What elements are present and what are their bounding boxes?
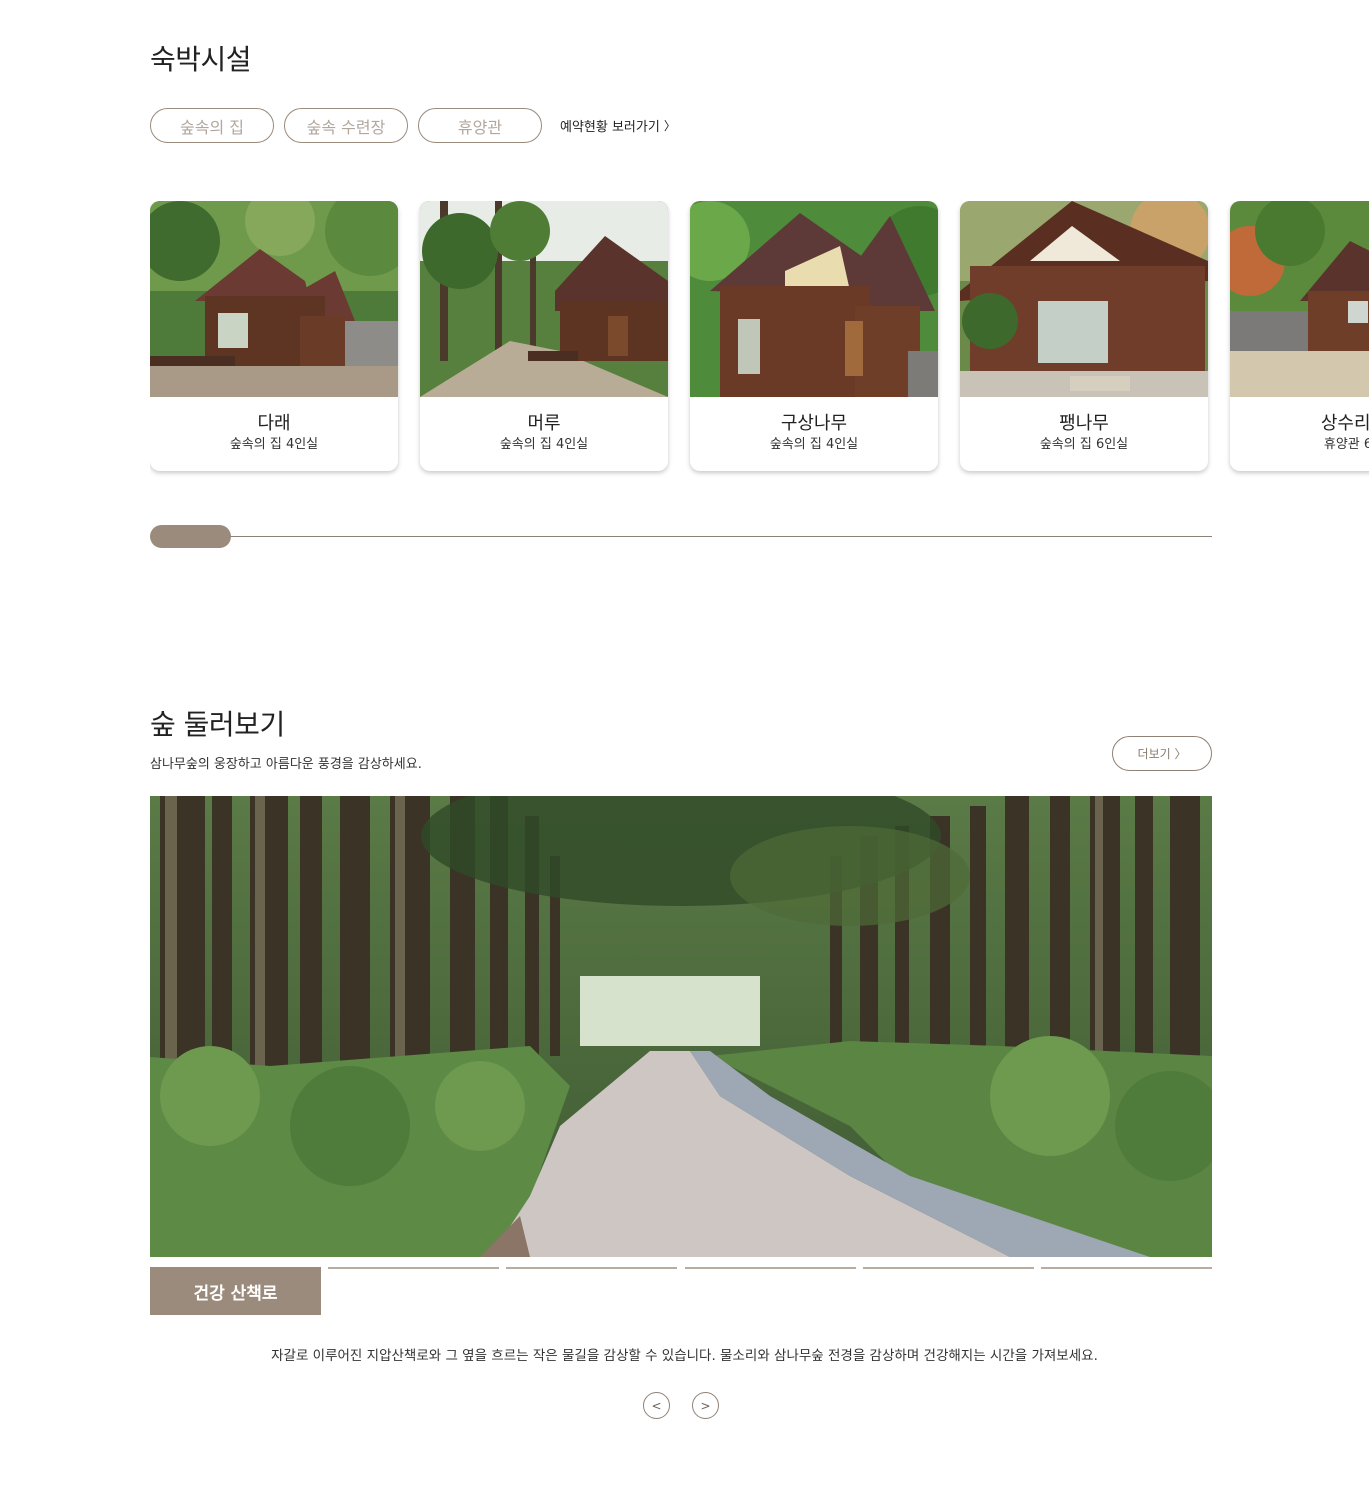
cabin-photo <box>1230 201 1369 397</box>
carousel-scroll-thumb[interactable] <box>150 525 231 548</box>
card-name: 상수리나 <box>1320 413 1369 434</box>
tab-training-center[interactable]: 숲속 수련장 <box>284 108 408 143</box>
cabin-photo <box>420 201 668 397</box>
forest-path-photo <box>150 796 1212 1257</box>
lodging-card[interactable]: 상수리나 휴양관 6인 <box>1230 201 1369 471</box>
forest-tab-bar: 건강 산책로 <box>150 1267 1212 1315</box>
tab-recreation-hall[interactable]: 휴양관 <box>418 108 542 143</box>
chevron-left-icon: < <box>651 1398 662 1413</box>
forest-tab-segment[interactable] <box>1041 1267 1212 1269</box>
next-button[interactable]: > <box>692 1392 719 1419</box>
card-info: 팽나무 숲속의 집 6인실 <box>960 397 1208 471</box>
card-desc: 숲속의 집 6인실 <box>1039 437 1129 452</box>
forest-title: 숲 둘러보기 <box>150 708 285 741</box>
card-info: 머루 숲속의 집 4인실 <box>420 397 668 471</box>
lodging-card[interactable]: 팽나무 숲속의 집 6인실 <box>960 201 1208 471</box>
lodging-tabs: 숲속의 집 숲속 수련장 휴양관 예약현황 보러가기 〉 <box>150 108 676 143</box>
more-button[interactable]: 더보기 〉 <box>1112 736 1212 771</box>
cabin-photo <box>960 201 1208 397</box>
cabin-photo <box>690 201 938 397</box>
prev-button[interactable]: < <box>643 1392 670 1419</box>
card-desc: 숲속의 집 4인실 <box>499 437 589 452</box>
lodging-card[interactable]: 다래 숲속의 집 4인실 <box>150 201 398 471</box>
card-name: 팽나무 <box>1059 413 1109 434</box>
chevron-right-icon: 〉 <box>663 119 676 133</box>
forest-hero-image <box>150 796 1212 1257</box>
reservation-status-link[interactable]: 예약현황 보러가기 〉 <box>560 116 676 135</box>
card-name: 머루 <box>527 413 561 434</box>
card-desc: 숲속의 집 4인실 <box>229 437 319 452</box>
forest-subtitle: 삼나무숲의 웅장하고 아름다운 풍경을 감상하세요. <box>150 757 422 772</box>
lodging-card-carousel[interactable]: 다래 숲속의 집 4인실 머루 숲속의 집 4인실 구상나무 숲속의 집 4인실… <box>150 201 1369 481</box>
lodging-card[interactable]: 머루 숲속의 집 4인실 <box>420 201 668 471</box>
card-desc: 휴양관 6인 <box>1323 437 1369 452</box>
chevron-right-icon: > <box>700 1398 711 1413</box>
forest-caption: 자갈로 이루어진 지압산책로와 그 옆을 흐르는 작은 물길을 감상할 수 있습… <box>271 1348 1098 1364</box>
reservation-status-label: 예약현황 보러가기 <box>560 120 660 135</box>
card-name: 다래 <box>257 413 291 434</box>
tab-forest-house[interactable]: 숲속의 집 <box>150 108 274 143</box>
card-info: 다래 숲속의 집 4인실 <box>150 397 398 471</box>
forest-tab-segment[interactable] <box>506 1267 677 1269</box>
forest-tab-segment[interactable] <box>863 1267 1034 1269</box>
tab-health-trail[interactable]: 건강 산책로 <box>150 1267 321 1315</box>
card-desc: 숲속의 집 4인실 <box>769 437 859 452</box>
forest-tab-segment[interactable] <box>685 1267 856 1269</box>
forest-tab-segment[interactable] <box>328 1267 499 1269</box>
card-info: 상수리나 휴양관 6인 <box>1230 397 1369 471</box>
lodging-card[interactable]: 구상나무 숲속의 집 4인실 <box>690 201 938 471</box>
card-name: 구상나무 <box>780 413 848 434</box>
carousel-scroll-track[interactable] <box>150 536 1212 537</box>
card-info: 구상나무 숲속의 집 4인실 <box>690 397 938 471</box>
lodging-title: 숙박시설 <box>150 43 252 76</box>
cabin-photo <box>150 201 398 397</box>
